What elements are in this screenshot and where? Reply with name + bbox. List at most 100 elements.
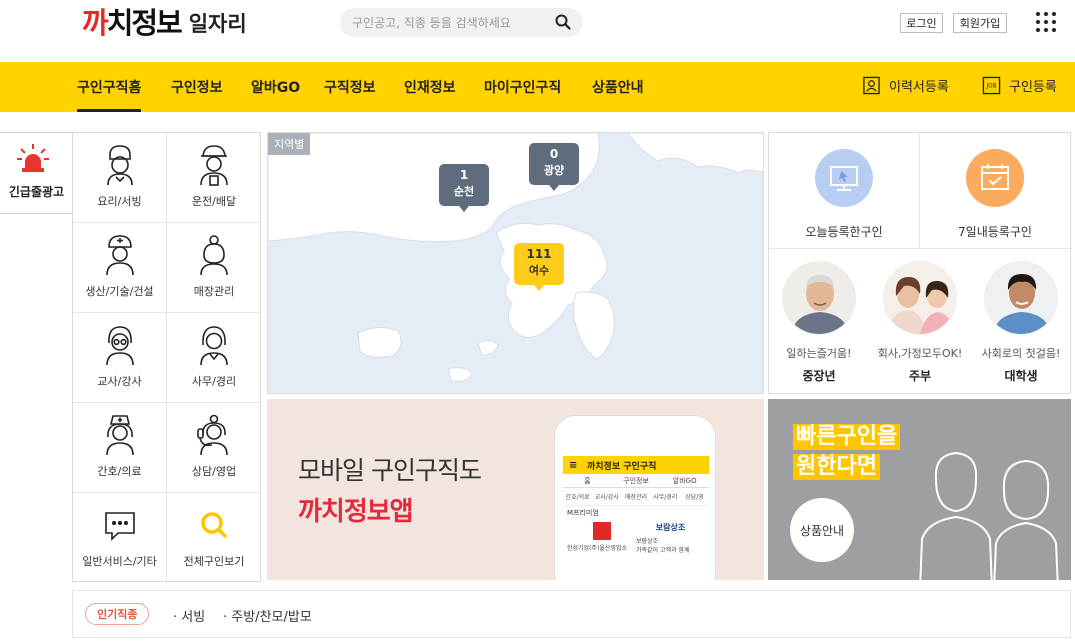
category-nurse[interactable]: 간호/의료 bbox=[73, 403, 167, 493]
category-office[interactable]: 사무/경리 bbox=[167, 313, 261, 403]
phone-tab: 구인정보 bbox=[623, 477, 649, 485]
today-jobs-link[interactable]: 오늘등록한구인 bbox=[769, 149, 919, 249]
phone-premium-label: M프리미엄 bbox=[563, 505, 709, 520]
category-grid: 요리/서빙 운전/배달 생산/기술/건설 매장관리 교사/강사 사무/경리 간호… bbox=[72, 132, 261, 583]
nav-item-home[interactable]: 구인구직홈 bbox=[77, 77, 142, 112]
calendar-icon bbox=[966, 149, 1024, 207]
nav-item-albago[interactable]: 알바GO bbox=[251, 77, 300, 97]
category-driving[interactable]: 운전/배달 bbox=[167, 133, 261, 223]
resume-register-label: 이력서등록 bbox=[889, 80, 949, 95]
phone-ads: 한성기업(주)울산영업소 보람상조 보람상조 가족같이 고객과 함께 bbox=[563, 520, 709, 556]
worker-icon bbox=[106, 235, 134, 276]
site-logo[interactable]: 까치정보 일자리 bbox=[82, 0, 247, 40]
popular-keyword-serving[interactable]: · 서빙 bbox=[173, 606, 205, 625]
nav-item-talent[interactable]: 인재정보 bbox=[404, 77, 456, 97]
category-production[interactable]: 생산/기술/건설 bbox=[73, 223, 167, 313]
phone-tab: 알바GO bbox=[672, 477, 697, 485]
senior-photo bbox=[782, 261, 856, 335]
login-button[interactable]: 로그인 bbox=[900, 13, 943, 33]
logo-sub: 일자리 bbox=[188, 12, 247, 36]
nurse-icon bbox=[106, 415, 134, 456]
nav-item-my[interactable]: 마이구인구직 bbox=[484, 77, 561, 97]
search-bar bbox=[340, 8, 583, 37]
phone-title-bar: ≡ 까치정보 구인구직 bbox=[563, 456, 709, 474]
persona-senior[interactable]: 일하는즐거움! 중장년 bbox=[769, 261, 869, 384]
phone-category: 교사/강사 bbox=[594, 494, 619, 501]
category-label: 생산/기술/건설 bbox=[85, 285, 154, 298]
persona-name: 대학생 bbox=[1004, 369, 1038, 383]
category-label: 상담/영업 bbox=[191, 465, 237, 478]
popular-jobs-bar: 인기직종 · 서빙 · 주방/찬모/밥모 bbox=[72, 590, 1071, 638]
consult-icon bbox=[197, 414, 228, 456]
popular-badge: 인기직종 bbox=[85, 603, 150, 625]
phone-tabs: 홈 구인정보 알바GO bbox=[563, 474, 709, 488]
product-banner[interactable]: 빠른구인을 원한다면 상품안내 bbox=[768, 399, 1071, 580]
app-download-banner[interactable]: 모바일 구인구직도 까치정보앱 ≡ 까치정보 구인구직 홈 구인정보 알바GO … bbox=[267, 399, 764, 580]
emergency-label: 긴급줄광고 bbox=[8, 185, 65, 199]
housewife-photo bbox=[883, 261, 957, 335]
resume-register-link[interactable]: 이력서등록 bbox=[862, 76, 949, 95]
category-all[interactable]: 전체구인보기 bbox=[167, 493, 261, 583]
persona-name: 주부 bbox=[908, 369, 932, 383]
phone-ad1-logo bbox=[592, 522, 611, 540]
phone-ad2-logo: 보람상조 bbox=[655, 523, 686, 532]
monitor-icon bbox=[815, 149, 873, 207]
map-marker-yeosu[interactable]: 111 여수 bbox=[514, 243, 564, 291]
category-label: 사무/경리 bbox=[191, 375, 237, 388]
persona-tagline: 사회로의 첫걸음! bbox=[981, 347, 1061, 360]
product-line1: 빠른구인을 bbox=[793, 424, 901, 450]
header: 까치정보 일자리 로그인 회원가입 bbox=[0, 0, 1075, 62]
nav-item-seekers[interactable]: 구직정보 bbox=[324, 77, 376, 97]
region-map[interactable]: 지역별 1 순천 0 광양 111 여수 bbox=[267, 132, 764, 394]
category-consult[interactable]: 상담/영업 bbox=[167, 403, 261, 493]
nav-item-products[interactable]: 상품안내 bbox=[592, 77, 644, 97]
teacher-icon bbox=[106, 326, 134, 366]
phone-category: 사무/경리 bbox=[653, 494, 678, 501]
category-teacher[interactable]: 교사/강사 bbox=[73, 313, 167, 403]
emergency-ad-button[interactable]: 긴급줄광고 bbox=[0, 132, 74, 214]
week-jobs-label: 7일내등록구인 bbox=[958, 225, 1032, 239]
job-post-label: 구인등록 bbox=[1009, 80, 1057, 95]
join-button[interactable]: 회원가입 bbox=[953, 13, 1007, 33]
job-icon: JOB bbox=[982, 76, 1001, 95]
siren-icon bbox=[17, 144, 49, 172]
marker-count: 111 bbox=[526, 247, 552, 261]
category-label: 간호/의료 bbox=[97, 465, 142, 478]
popular-keyword-text: 주방/찬모/밥모 bbox=[231, 610, 312, 625]
marker-city: 순천 bbox=[453, 185, 475, 198]
nav-item-jobs[interactable]: 구인정보 bbox=[171, 77, 223, 97]
category-store[interactable]: 매장관리 bbox=[167, 223, 261, 313]
phone-tab: 홈 bbox=[584, 477, 591, 485]
phone-ad1-name: 한성기업(주)울산영업소 bbox=[567, 545, 627, 552]
category-cooking[interactable]: 요리/서빙 bbox=[73, 133, 167, 223]
product-info-button[interactable]: 상품안내 bbox=[790, 498, 854, 562]
resume-icon bbox=[863, 76, 880, 95]
persona-tagline: 회사,가정모두OK! bbox=[877, 347, 963, 360]
search-icon[interactable] bbox=[555, 14, 571, 30]
marker-count: 1 bbox=[459, 168, 469, 182]
search-input[interactable] bbox=[352, 12, 552, 33]
phone-ad2-sub: 보람상조 bbox=[636, 538, 659, 545]
chef-icon bbox=[107, 145, 133, 186]
recent-panel: 오늘등록한구인 7일내등록구인 일하는즐거움! 중장년 회사,가정모두OK! 주… bbox=[768, 132, 1072, 394]
main-nav: 구인구직홈 구인정보 알바GO 구직정보 인재정보 마이구인구직 상품안내 이력… bbox=[0, 62, 1075, 112]
map-marker-gwangyang[interactable]: 0 광양 bbox=[529, 143, 579, 191]
all-menu-icon[interactable] bbox=[1036, 12, 1056, 32]
marker-city: 광양 bbox=[543, 164, 565, 177]
map-marker-suncheon[interactable]: 1 순천 bbox=[439, 164, 489, 212]
category-label: 일반서비스/기타 bbox=[82, 555, 157, 568]
category-general[interactable]: 일반서비스/기타 bbox=[73, 493, 167, 583]
popular-keyword-kitchen[interactable]: · 주방/찬모/밥모 bbox=[223, 606, 312, 625]
logo-main: 까치정보 bbox=[82, 6, 183, 40]
week-jobs-link[interactable]: 7일내등록구인 bbox=[920, 149, 1070, 249]
persona-housewife[interactable]: 회사,가정모두OK! 주부 bbox=[870, 261, 970, 384]
search-icon bbox=[201, 512, 227, 538]
people-silhouette bbox=[919, 451, 1059, 580]
job-post-link[interactable]: JOB 구인등록 bbox=[982, 76, 1057, 95]
chat-icon bbox=[105, 512, 135, 541]
popular-keyword-text: 서빙 bbox=[181, 610, 206, 625]
persona-tagline: 일하는즐거움! bbox=[786, 347, 852, 360]
map-tag: 지역별 bbox=[268, 133, 311, 155]
persona-student[interactable]: 사회로의 첫걸음! 대학생 bbox=[971, 261, 1071, 384]
phone-screen: ≡ 까치정보 구인구직 홈 구인정보 알바GO 간호/의료 교사/강사 매장관리… bbox=[563, 456, 709, 580]
